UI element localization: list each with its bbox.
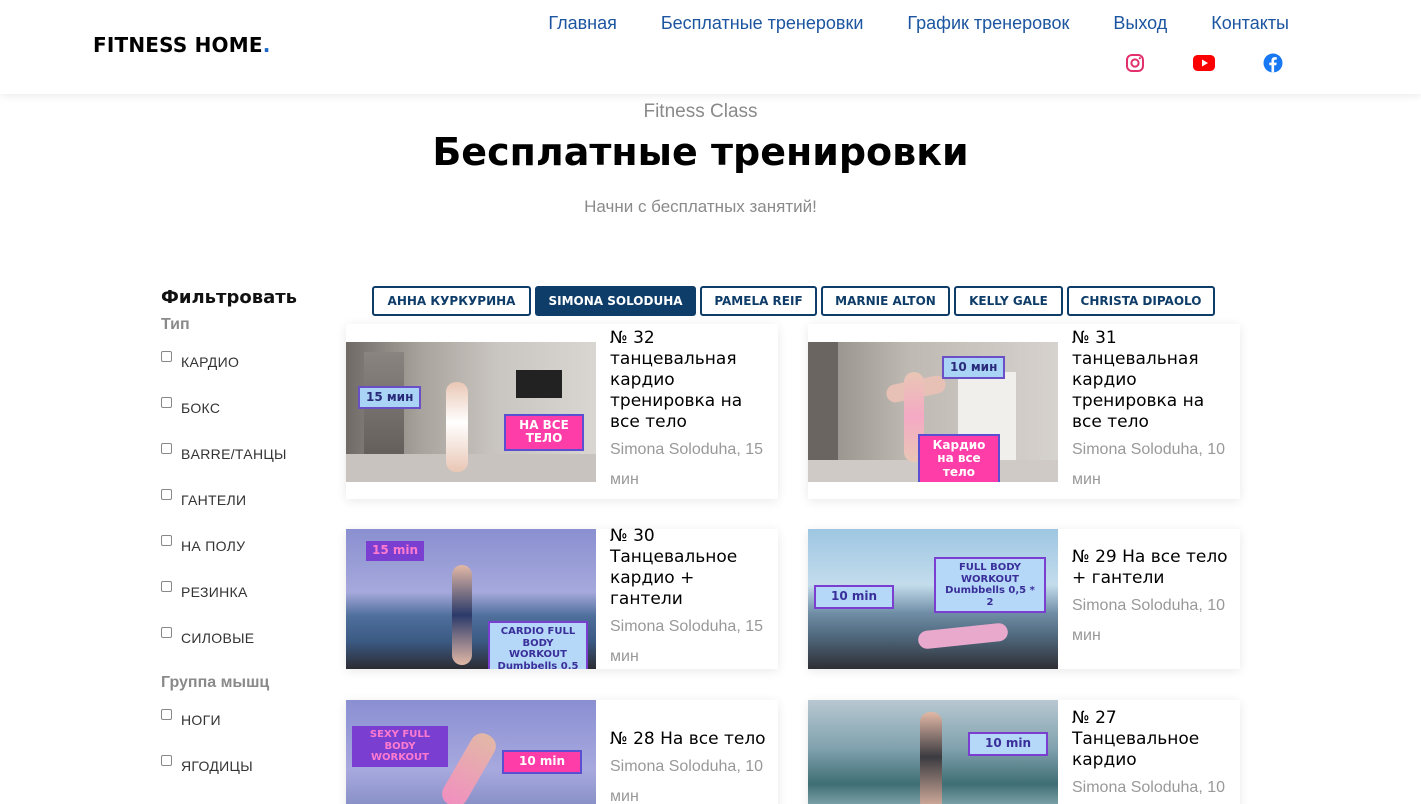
checkbox[interactable] — [161, 535, 172, 546]
card-body: № 30 Танцевальное кардио + гантели Simon… — [596, 522, 778, 676]
card-body: № 28 На все тело Simona Soloduha, 10 мин — [596, 725, 778, 804]
tab-kelly-gale[interactable]: KELLY GALE — [954, 286, 1063, 316]
filter-type-barre[interactable]: BARRE/ТАНЦЫ — [161, 440, 331, 486]
workout-card[interactable]: 10 min № 27 Танцевальное кардио Simona S… — [808, 700, 1240, 804]
filter-type-floor[interactable]: НА ПОЛУ — [161, 532, 331, 578]
card-author: Simona Soloduha — [1072, 597, 1199, 614]
card-body: № 27 Танцевальное кардио Simona Soloduha… — [1058, 704, 1240, 804]
checkbox[interactable] — [161, 443, 172, 454]
thumb-label: Кардио на все тело — [918, 433, 1000, 482]
card-title[interactable]: № 32 танцевальная кардио тренировка на в… — [610, 328, 772, 433]
facebook-icon[interactable] — [1262, 52, 1284, 74]
thumb-label: FULL BODY WORKOUT Dumbbells 0,5 * 2 — [934, 557, 1046, 613]
filter-muscle-label: Группа мышц — [161, 674, 270, 691]
filter-type-band[interactable]: РЕЗИНКА — [161, 578, 331, 624]
tab-simona-soloduha[interactable]: SIMONA SOLODUHA — [535, 286, 696, 316]
thumb-label: SEXY FULL BODY WORKOUT — [352, 726, 448, 767]
filter-type-label: Тип — [161, 316, 190, 333]
card-meta: Simona Soloduha, 15 мин — [610, 435, 772, 495]
filter-type-strength[interactable]: СИЛОВЫЕ — [161, 624, 331, 670]
page-title: Бесплатные тренировки — [432, 130, 969, 174]
card-author: Simona Soloduha — [1072, 441, 1199, 458]
filter-sidebar: Фильтровать Тип КАРДИО БОКС BARRE/ТАНЦЫ … — [161, 287, 331, 798]
card-meta: Simona Soloduha, 10 мин — [1072, 773, 1234, 804]
workout-card[interactable]: 15 мин НА ВСЕ ТЕЛО № 32 танцевальная кар… — [346, 324, 778, 499]
filter-type-cardio[interactable]: КАРДИО — [161, 348, 331, 394]
workout-thumbnail[interactable]: 10 min — [808, 700, 1058, 804]
card-body: № 32 танцевальная кардио тренировка на в… — [596, 324, 778, 499]
nav-contacts[interactable]: Контакты — [1211, 13, 1289, 34]
hero-subtitle: Fitness Class — [643, 101, 758, 122]
card-title[interactable]: № 28 На все тело — [610, 729, 772, 750]
thumb-label: CARDIO FULL BODY WORKOUT Dumbbells 0,5 *… — [488, 621, 588, 669]
workout-thumbnail[interactable]: SEXY FULL BODY WORKOUT 10 min — [346, 700, 596, 804]
thumb-label: 10 min — [814, 585, 894, 609]
card-title[interactable]: № 30 Танцевальное кардио + гантели — [610, 526, 772, 610]
workout-thumbnail[interactable]: 15 мин НА ВСЕ ТЕЛО — [346, 341, 596, 482]
tab-pamela-reif[interactable]: PAMELA REIF — [700, 286, 817, 316]
card-body: № 31 танцевальная кардио тренировка на в… — [1058, 324, 1240, 499]
filter-title: Фильтровать — [161, 287, 298, 308]
workout-thumbnail[interactable]: 10 мин Кардио на все тело — [808, 341, 1058, 482]
card-meta: Simona Soloduha, 10 мин — [1072, 435, 1234, 495]
social-links — [1124, 52, 1284, 74]
instagram-icon[interactable] — [1124, 52, 1146, 74]
thumb-label: 10 min — [502, 750, 582, 774]
workout-card[interactable]: 10 мин Кардио на все тело № 31 танцеваль… — [808, 324, 1240, 499]
checkbox[interactable] — [161, 581, 172, 592]
filter-type-dumbbells[interactable]: ГАНТЕЛИ — [161, 486, 331, 532]
card-meta: Simona Soloduha, 10 мин — [1072, 591, 1234, 651]
logo-text: FITNESS HOME — [93, 33, 263, 57]
card-author: Simona Soloduha — [610, 757, 737, 775]
tab-christa-dipaolo[interactable]: CHRISTA DIPAOLO — [1067, 286, 1215, 316]
card-author: Simona Soloduha — [610, 618, 737, 635]
site-header: FITNESS HOME. Главная Бесплатные тренеро… — [0, 0, 1421, 94]
card-meta: Simona Soloduha, 15 мин — [610, 612, 772, 672]
thumb-label: 10 мин — [942, 355, 1006, 380]
card-author: Simona Soloduha — [610, 441, 737, 458]
checkbox[interactable] — [161, 351, 172, 362]
youtube-icon[interactable] — [1193, 52, 1215, 74]
workout-card[interactable]: FULL BODY WORKOUT Dumbbells 0,5 * 2 10 m… — [808, 529, 1240, 669]
site-logo[interactable]: FITNESS HOME. — [93, 33, 271, 57]
main-nav: Главная Бесплатные тренеровки График тре… — [548, 13, 1289, 34]
thumb-label: НА ВСЕ ТЕЛО — [504, 413, 584, 452]
tab-marnie-alton[interactable]: MARNIE ALTON — [821, 286, 950, 316]
workout-card[interactable]: SEXY FULL BODY WORKOUT 10 min № 28 На вс… — [346, 700, 778, 804]
filter-type-boxing[interactable]: БОКС — [161, 394, 331, 440]
workout-thumbnail[interactable]: 15 min CARDIO FULL BODY WORKOUT Dumbbell… — [346, 529, 596, 669]
trainer-tabs: АННА КУРКУРИНА SIMONA SOLODUHA PAMELA RE… — [372, 286, 1219, 316]
checkbox[interactable] — [161, 489, 172, 500]
nav-free-workouts[interactable]: Бесплатные тренеровки — [661, 13, 864, 34]
card-title[interactable]: № 31 танцевальная кардио тренировка на в… — [1072, 328, 1234, 433]
card-body: № 29 На все тело + гантели Simona Solodu… — [1058, 543, 1240, 655]
nav-home[interactable]: Главная — [548, 13, 617, 34]
checkbox[interactable] — [161, 627, 172, 638]
checkbox[interactable] — [161, 709, 172, 720]
card-title[interactable]: № 27 Танцевальное кардио — [1072, 708, 1234, 771]
filter-muscle-glutes[interactable]: ЯГОДИЦЫ — [161, 752, 331, 798]
logo-dot: . — [262, 33, 271, 57]
workout-card[interactable]: 15 min CARDIO FULL BODY WORKOUT Dumbbell… — [346, 526, 778, 669]
thumb-label: 15 min — [366, 541, 425, 561]
checkbox[interactable] — [161, 755, 172, 766]
thumb-label: 15 мин — [358, 385, 422, 410]
nav-logout[interactable]: Выход — [1113, 13, 1167, 34]
tab-anna-kurkurina[interactable]: АННА КУРКУРИНА — [372, 286, 531, 316]
thumb-label: 10 min — [968, 732, 1048, 756]
card-title[interactable]: № 29 На все тело + гантели — [1072, 547, 1234, 589]
checkbox[interactable] — [161, 397, 172, 408]
card-author: Simona Soloduha — [1072, 778, 1199, 796]
hero-tagline: Начни с бесплатных занятий! — [584, 197, 817, 216]
workout-thumbnail[interactable]: FULL BODY WORKOUT Dumbbells 0,5 * 2 10 m… — [808, 529, 1058, 669]
card-meta: Simona Soloduha, 10 мин — [610, 752, 772, 804]
filter-muscle-legs[interactable]: НОГИ — [161, 706, 331, 752]
nav-schedule[interactable]: График тренеровок — [907, 13, 1069, 34]
